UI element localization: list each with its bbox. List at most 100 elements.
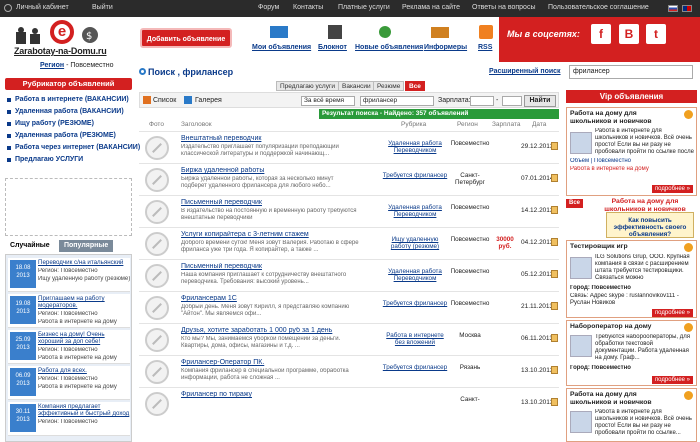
period-select[interactable]: За всё время [301, 96, 355, 106]
query-input[interactable]: фрилансер [360, 96, 434, 106]
rss-icon[interactable] [473, 25, 499, 39]
rubric-item[interactable]: Работа в интернете (ВАКАНСИИ) [5, 94, 132, 106]
rubric-item[interactable]: Работа через интернет (ВАКАНСИИ) [5, 142, 140, 154]
notebook-icon[interactable] [322, 25, 348, 39]
table-row[interactable]: Фрилансер-Оператор ПК. Компания фрилансе… [139, 355, 559, 387]
sidebar-search-input[interactable]: фрилансер [569, 65, 693, 79]
tab-all[interactable]: Все [405, 81, 425, 91]
nav-paid[interactable]: Платные услуги [338, 4, 390, 11]
region-label[interactable]: Регион [40, 62, 64, 69]
gallery-view-icon[interactable] [184, 96, 192, 104]
more-link[interactable]: подробнее » [651, 185, 693, 193]
ad-date: 30.11 2013 [10, 404, 36, 432]
cabinet-link[interactable]: Личный кабинет [16, 4, 69, 11]
table-row[interactable]: Письменный переводчик Наша компания приг… [139, 259, 559, 291]
vip-ad[interactable]: Набороператор на дому Требуются наборооп… [566, 320, 697, 386]
notebook-add-icon[interactable] [551, 174, 558, 182]
list-item[interactable]: 18.08 2013 Переводчик с/на итальянский Р… [8, 258, 130, 292]
salary-from-input[interactable] [470, 96, 494, 106]
smile-icon [684, 391, 693, 400]
salary-to-input[interactable] [502, 96, 522, 106]
table-row[interactable]: Фрилансер по тиражу Санкт- 13.10.2013 [139, 387, 559, 419]
vip-ad[interactable]: Работа на дому для школьников и новичков… [566, 388, 697, 442]
view-list[interactable]: Список [153, 97, 176, 104]
notebook-add-icon[interactable] [551, 366, 558, 374]
logo[interactable]: e $ Zarabotay-na-Domu.ru [14, 18, 107, 60]
how-to-boost-link[interactable]: Как повысить эффективность своего объявл… [606, 212, 694, 238]
ad-title[interactable]: Переводчик с/на итальянский [38, 259, 130, 266]
more-link[interactable]: подробнее » [651, 376, 693, 384]
notebook-add-icon[interactable] [551, 270, 558, 278]
vip-ad-title[interactable]: Работа на дому для школьников и новичков [570, 110, 680, 126]
facebook-icon[interactable]: f [591, 24, 611, 44]
table-row[interactable]: Внештатный переводчик Издательство пригл… [139, 131, 559, 163]
nav-faq[interactable]: Ответы на вопросы [472, 4, 535, 11]
notebook-add-icon[interactable] [551, 142, 558, 150]
vip-ad-image [570, 335, 592, 357]
nav-my-ads[interactable]: Мои объявления [252, 44, 311, 51]
twitter-icon[interactable]: t [646, 24, 666, 44]
vip-ad[interactable]: Работа на дому для школьников и новичков… [566, 107, 697, 196]
view-gallery[interactable]: Галерея [195, 97, 222, 104]
filter-bar: Список Галерея За всё время фрилансер За… [139, 92, 559, 108]
random-ads-list: 18.08 2013 Переводчик с/на итальянский Р… [5, 254, 132, 442]
all-vip-link[interactable]: Все [566, 199, 584, 208]
nav-contacts[interactable]: Контакты [293, 4, 323, 11]
rubric-item[interactable]: Удаленная работа (ВАКАНСИИ) [5, 106, 132, 118]
new-ads-icon[interactable] [372, 25, 398, 39]
my-ads-icon[interactable] [266, 25, 292, 39]
vkontakte-icon[interactable]: В [619, 24, 639, 44]
nav-informers[interactable]: Информеры [424, 44, 467, 51]
rubric-item[interactable]: Удаленная работа (РЕЗЮМЕ) [5, 130, 132, 142]
vip-ad-image [570, 411, 592, 433]
no-photo-icon [145, 200, 169, 224]
nav-new-ads[interactable]: Новые объявления [355, 44, 423, 51]
smile-icon [684, 243, 693, 252]
add-ad-button[interactable]: Добавить объявление [140, 28, 232, 48]
ad-title[interactable]: Компания предлагает эффективный и быстры… [38, 403, 130, 417]
table-row[interactable]: Письменный переводчик В издательство на … [139, 195, 559, 227]
more-link[interactable]: подробнее » [651, 309, 693, 317]
list-view-icon[interactable] [143, 96, 151, 104]
notebook-add-icon[interactable] [551, 302, 558, 310]
ad-title[interactable]: Работа для всех. [38, 367, 130, 374]
notebook-add-icon[interactable] [551, 334, 558, 342]
ad-title[interactable]: Приглашаем на работу модераторов. [38, 295, 130, 309]
workers-icon [16, 27, 40, 44]
table-row[interactable]: Фрилансерам 1С Добрый день. Меня зовут К… [139, 291, 559, 323]
vip-ad[interactable]: Тестировщик игр ILG Solutions Grup, ООО.… [566, 240, 697, 318]
list-item[interactable]: 25.09 2013 Бизнес на дому! Очень хороший… [8, 330, 130, 364]
table-row[interactable]: Друзья, хотите заработать 1 000 руб за 1… [139, 323, 559, 355]
notebook-add-icon[interactable] [551, 238, 558, 246]
rubric-item[interactable]: Ищу работу (РЕЗЮМЕ) [5, 118, 132, 130]
left-tabs: Случайные Популярные [5, 240, 132, 252]
tab-resume[interactable]: Резюме [373, 81, 405, 91]
advanced-search-link[interactable]: Расширенный поиск [489, 68, 561, 75]
notebook-add-icon[interactable] [551, 398, 558, 406]
nav-ads[interactable]: Реклама на сайте [402, 4, 460, 11]
table-row[interactable]: Биржа удаленной работы Биржа удаленной р… [139, 163, 559, 195]
nav-notebook[interactable]: Блокнот [318, 44, 347, 51]
ad-title[interactable]: Бизнес на дому! Очень хороший за доп себ… [38, 331, 130, 345]
list-item[interactable]: 30.11 2013 Компания предлагает эффективн… [8, 402, 130, 436]
results-count: Результат поиска - Найдено: 357 объявлен… [319, 109, 559, 119]
list-item[interactable]: 19.08 2013 Приглашаем на работу модерато… [8, 294, 130, 328]
table-row[interactable]: Услуги копирайтера с 3-летним стажем Доб… [139, 227, 559, 259]
tab-services[interactable]: Предлагаю услуги [276, 81, 339, 91]
rubric-item[interactable]: Предлагаю УСЛУГИ [5, 154, 132, 166]
informers-icon[interactable] [427, 25, 453, 39]
smile-icon [684, 323, 693, 332]
nav-terms[interactable]: Пользовательское соглашение [548, 4, 649, 11]
nav-rss[interactable]: RSS [478, 44, 492, 51]
flag-ru-icon[interactable] [668, 5, 678, 12]
flag-en-icon[interactable] [682, 5, 692, 12]
list-item[interactable]: 06.09 2013 Работа для всех. Регион: Повс… [8, 366, 130, 400]
nav-forum[interactable]: Форум [258, 4, 279, 11]
tab-popular[interactable]: Популярные [59, 240, 114, 252]
tab-vacancies[interactable]: Вакансии [338, 81, 375, 91]
vip-ad-image [570, 257, 592, 279]
exit-link[interactable]: Выйти [92, 4, 113, 11]
notebook-add-icon[interactable] [551, 206, 558, 214]
tab-random[interactable]: Случайные [5, 240, 55, 252]
find-button[interactable]: Найти [524, 95, 556, 107]
